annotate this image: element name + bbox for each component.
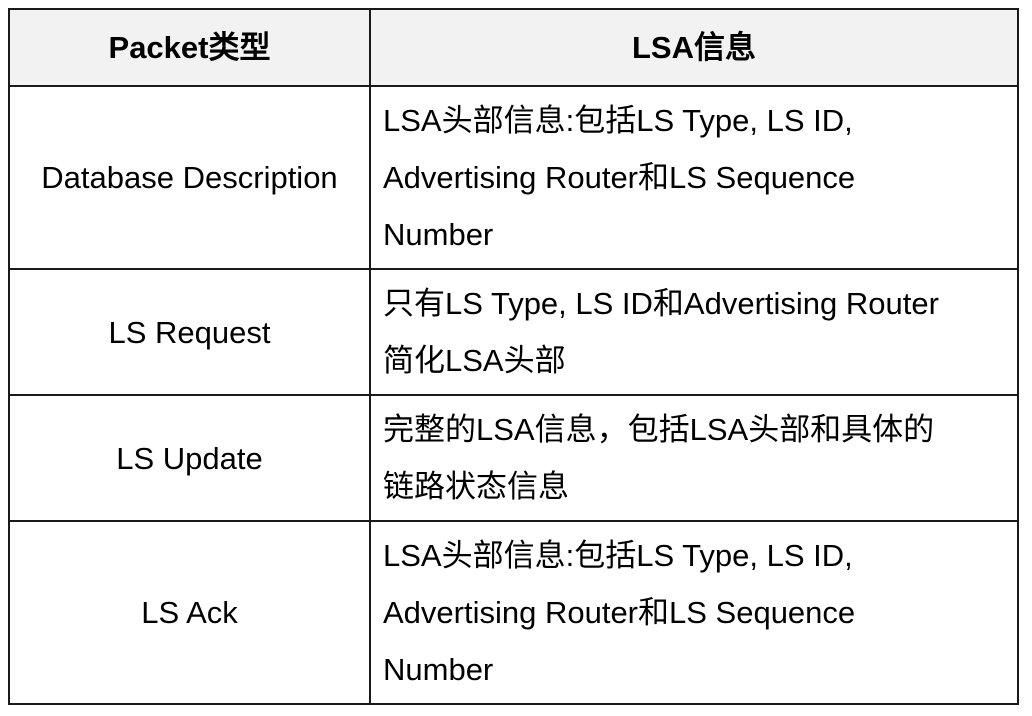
header-lsa-info: LSA信息 [369, 8, 1019, 87]
lsa-info-line: 只有LS Type, LS ID和Advertising Router [383, 286, 939, 321]
packet-type-cell: LS Request [8, 268, 371, 396]
lsa-info-line: Number [383, 652, 494, 687]
table-row: LS Update 完整的LSA信息，包括LSA头部和具体的 链路状态信息 [8, 394, 1019, 522]
lsa-info-cell: LSA头部信息:包括LS Type, LS ID, Advertising Ro… [369, 85, 1019, 270]
lsa-info-line: Advertising Router和LS Sequence [383, 160, 856, 195]
table-row: LS Ack LSA头部信息:包括LS Type, LS ID, Adverti… [8, 520, 1019, 705]
table-row: LS Request 只有LS Type, LS ID和Advertising … [8, 268, 1019, 396]
table-row: Database Description LSA头部信息:包括LS Type, … [8, 85, 1019, 270]
lsa-info-line: 链路状态信息 [383, 469, 569, 504]
lsa-info-line: 简化LSA头部 [383, 343, 566, 378]
lsa-info-line: 完整的LSA信息，包括LSA头部和具体的 [383, 412, 935, 447]
lsa-info-cell: 完整的LSA信息，包括LSA头部和具体的 链路状态信息 [369, 394, 1019, 522]
table-header: Packet类型 LSA信息 [8, 8, 1019, 87]
lsa-info-cell: LSA头部信息:包括LS Type, LS ID, Advertising Ro… [369, 520, 1019, 705]
header-packet-type: Packet类型 [8, 8, 371, 87]
packet-type-cell: Database Description [8, 85, 371, 270]
table-body: Database Description LSA头部信息:包括LS Type, … [8, 85, 1019, 705]
lsa-info-line: LSA头部信息:包括LS Type, LS ID, [383, 103, 853, 138]
packet-type-cell: LS Ack [8, 520, 371, 705]
packet-type-cell: LS Update [8, 394, 371, 522]
lsa-info-cell: 只有LS Type, LS ID和Advertising Router 简化LS… [369, 268, 1019, 396]
ospf-packet-table: Packet类型 LSA信息 Database Description LSA头… [8, 8, 1019, 705]
lsa-info-line: Advertising Router和LS Sequence [383, 595, 856, 630]
lsa-info-line: Number [383, 217, 494, 252]
header-row: Packet类型 LSA信息 [8, 8, 1019, 87]
lsa-info-line: LSA头部信息:包括LS Type, LS ID, [383, 538, 853, 573]
